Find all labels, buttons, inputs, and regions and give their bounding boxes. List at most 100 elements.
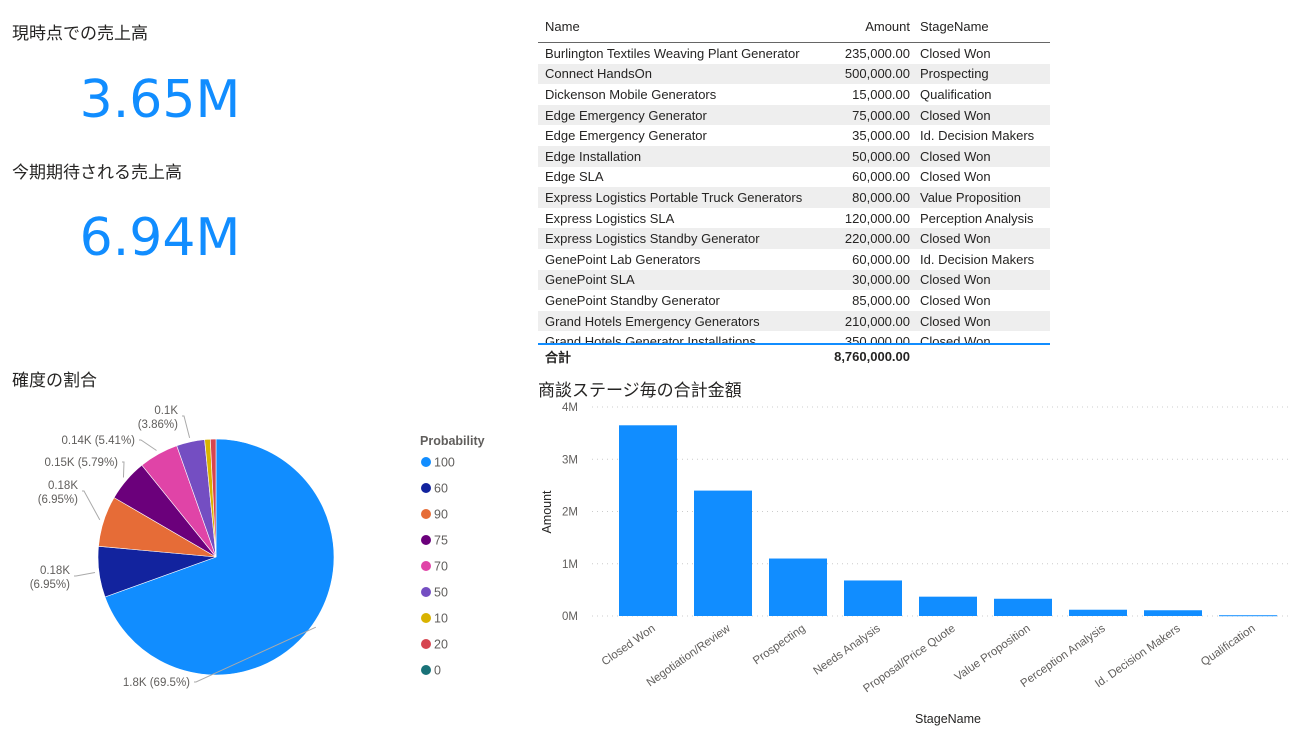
legend-marker: [421, 483, 431, 493]
bar-closed-won[interactable]: [619, 425, 677, 616]
y-tick-label: 0M: [562, 611, 578, 623]
pie-leader-line: [139, 439, 157, 451]
table-row[interactable]: Edge Installation 50,000.00 Closed Won: [538, 145, 1050, 167]
cell-amount: 80,000.00: [852, 189, 910, 205]
bar-perception-analysis[interactable]: [1069, 609, 1127, 616]
table-row[interactable]: Express Logistics Portable Truck Generat…: [538, 187, 1050, 208]
y-tick-label: 4M: [562, 402, 578, 414]
cell-name: Edge Emergency Generator: [545, 107, 707, 123]
legend-marker: [421, 457, 431, 467]
legend-marker: [421, 509, 431, 519]
cell-name: Grand Hotels Generator Installations: [545, 334, 756, 345]
total-value: 8,760,000.00: [834, 348, 910, 364]
cell-name: Connect HandsOn: [545, 66, 652, 82]
cell-stage: Id. Decision Makers: [920, 128, 1035, 144]
pie-data-label: 0.18K: [40, 565, 70, 577]
y-tick-label: 2M: [562, 507, 578, 519]
kpi-current-sales-title: 現時点での売上高: [12, 24, 148, 44]
table-row[interactable]: Edge Emergency Generator 75,000.00 Closed …: [538, 104, 1050, 126]
column-header-amount[interactable]: Amount: [814, 19, 910, 34]
cell-name: Express Logistics Portable Truck Generat…: [545, 189, 803, 205]
cell-name: GenePoint Standby Generator: [545, 292, 720, 308]
bar-qualification[interactable]: [1219, 615, 1277, 617]
bar-negotiation-review[interactable]: [694, 490, 752, 616]
x-tick-label: Prospecting: [751, 623, 808, 668]
cell-name: Burlington Textiles Weaving Plant Genera…: [545, 45, 800, 61]
x-tick-label: Value Proposition: [953, 623, 1033, 684]
pie-leader-line: [122, 461, 125, 478]
cell-stage: Prospecting: [920, 66, 989, 82]
cell-amount: 30,000.00: [852, 272, 910, 288]
cell-name: GenePoint Lab Generators: [545, 251, 701, 267]
legend-title: Probability: [420, 434, 485, 448]
cell-stage: Closed Won: [920, 169, 991, 185]
bar-needs-analysis[interactable]: [844, 580, 902, 616]
table-row[interactable]: GenePoint Standby Generator 85,000.00 Clos…: [538, 290, 1050, 311]
table-row[interactable]: Edge Emergency Generator 35,000.00 Id. Dec…: [538, 125, 1050, 146]
bar-prospecting[interactable]: [769, 558, 827, 616]
bar-id-decision-makers[interactable]: [1144, 610, 1202, 616]
pie-leader-line: [82, 490, 101, 521]
cell-stage: Qualification: [920, 86, 992, 102]
cell-amount: 15,000.00: [852, 86, 910, 102]
cell-name: Edge SLA: [545, 169, 604, 185]
cell-stage: Value Proposition: [920, 189, 1021, 205]
cell-amount: 500,000.00: [844, 66, 910, 82]
x-axis-title: StageName: [915, 712, 981, 726]
total-label: 合計: [545, 349, 572, 365]
legend-item-75[interactable]: 75: [434, 534, 448, 548]
cell-amount: 60,000.00: [852, 169, 910, 185]
legend-item-10[interactable]: 10: [434, 612, 448, 626]
table-row[interactable]: GenePoint SLA 30,000.00 Closed Won: [538, 269, 1050, 291]
bar-proposal-price-quote[interactable]: [919, 596, 977, 616]
table-row[interactable]: Connect HandsOn 500,000.00 Prospecting: [538, 63, 1050, 85]
table-header: Name Amount StageName: [538, 10, 1050, 43]
cell-name: GenePoint SLA: [545, 272, 635, 288]
legend-item-60[interactable]: 60: [434, 482, 448, 496]
legend-marker: [421, 665, 431, 675]
table-row[interactable]: Grand Hotels Emergency Generators 210,000…: [538, 310, 1050, 332]
legend-item-20[interactable]: 20: [434, 638, 448, 652]
table-row[interactable]: Burlington Textiles Weaving Plant Genera…: [538, 43, 1050, 64]
table-row[interactable]: Express Logistics Standby Generator 220,0…: [538, 228, 1050, 249]
cell-name: Grand Hotels Emergency Generators: [545, 313, 760, 329]
y-tick-label: 3M: [562, 454, 578, 466]
legend-item-50[interactable]: 50: [434, 586, 448, 600]
column-header-name[interactable]: Name: [538, 19, 814, 34]
legend-item-0[interactable]: 0: [434, 664, 441, 678]
cell-amount: 85,000.00: [852, 292, 910, 308]
x-tick-label: Negotiation/Review: [645, 622, 734, 689]
legend-marker: [421, 613, 431, 623]
bar-value-proposition[interactable]: [994, 598, 1052, 616]
table-row[interactable]: Dickenson Mobile Generators 15,000.00 Qual…: [538, 84, 1050, 105]
cell-amount: 120,000.00: [844, 210, 910, 226]
pie-data-label: (6.95%): [30, 579, 70, 591]
table-row[interactable]: GenePoint Lab Generators 60,000.00 Id. Dec…: [538, 249, 1050, 270]
opportunity-table[interactable]: Name Amount StageName Burlington Textile…: [538, 10, 1050, 367]
pie-chart-title: 確度の割合: [12, 371, 97, 391]
cell-stage: Perception Analysis: [920, 210, 1034, 226]
x-tick-label: Closed Won: [600, 623, 658, 669]
x-tick-label: Needs Analysis: [811, 622, 882, 677]
pie-leader-line: [182, 415, 191, 439]
legend-marker: [421, 561, 431, 571]
cell-name: Express Logistics Standby Generator: [545, 231, 760, 247]
x-tick-label: Qualification: [1199, 623, 1258, 669]
pie-leader-line: [74, 571, 96, 577]
table-row[interactable]: Grand Hotels Generator Installations 350,…: [538, 331, 1050, 345]
cell-amount: 210,000.00: [844, 313, 910, 329]
pie-data-label: 0.14K (5.41%): [61, 435, 135, 447]
legend-marker: [421, 639, 431, 649]
legend-item-70[interactable]: 70: [434, 560, 448, 574]
cell-amount: 235,000.00: [844, 45, 910, 61]
kpi-expected-sales-title: 今期期待される売上高: [12, 163, 182, 183]
table-row[interactable]: Edge SLA 60,000.00 Closed Won: [538, 167, 1050, 188]
column-header-stage[interactable]: StageName: [910, 19, 1050, 34]
legend-item-100[interactable]: 100: [434, 456, 455, 470]
cell-name: Edge Emergency Generator: [545, 128, 707, 144]
cell-stage: Closed Won: [920, 313, 991, 329]
probability-pie-chart: 1.8K (69.5%) 0.18K (6.95%) 0.18K (6.95%) 0.15…: [30, 405, 485, 689]
table-row[interactable]: Express Logistics SLA 120,000.00 Perceptio…: [538, 208, 1050, 229]
legend-item-90[interactable]: 90: [434, 508, 448, 522]
table-body[interactable]: Burlington Textiles Weaving Plant Genera…: [538, 43, 1050, 345]
